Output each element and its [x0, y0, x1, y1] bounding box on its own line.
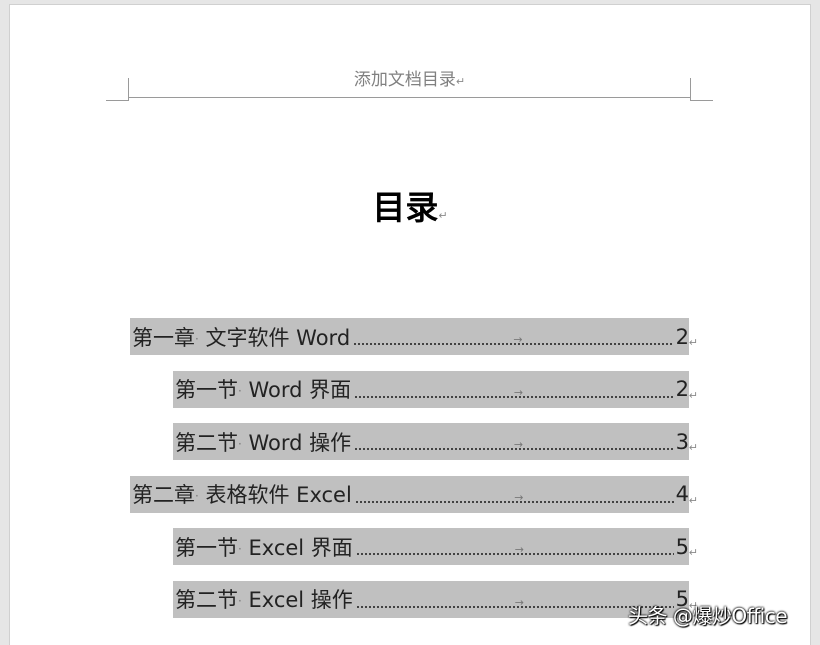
toc-entry-text: 文字软件 Word — [198, 325, 351, 350]
dot-leader: → — [354, 387, 674, 398]
tab-mark-icon: → — [514, 595, 524, 609]
toc-page-number: 2 — [675, 377, 689, 401]
paragraph-mark-icon: ↵ — [438, 209, 448, 222]
tab-mark-icon: → — [513, 385, 524, 399]
header-divider — [129, 97, 690, 98]
toc-entry-label: 第二节· Word 操作 — [173, 427, 351, 457]
header-crop-mark-right — [690, 78, 713, 101]
toc-page-number: 2 — [675, 324, 689, 349]
page-header[interactable]: 添加文档目录↵ — [129, 67, 690, 95]
toc-entry-text: Excel 操作 — [241, 588, 353, 612]
dot-leader: → — [354, 439, 674, 450]
dot-leader: → — [355, 597, 674, 608]
paragraph-mark-icon: ↵ — [688, 546, 698, 559]
toc-entry-text: 表格软件 Excel — [198, 483, 352, 507]
toc-entry[interactable]: 第二节· Word 操作 → 3 ↵ — [173, 423, 698, 460]
toc-entry[interactable]: 第一节· Word 界面 → 2 ↵ — [173, 370, 698, 408]
toc-entry-label: 第二节· Excel 操作 — [173, 584, 353, 614]
toc-page-number: 5 — [675, 534, 689, 559]
tab-mark-icon: → — [514, 490, 524, 504]
toc-entry-label: 第一节· Word 界面 — [173, 374, 351, 404]
toc-entry-text: Word 界面 — [241, 378, 352, 402]
tab-mark-icon: → — [513, 438, 524, 451]
toc-entry-prefix: 第一节 — [175, 378, 238, 402]
toc-entry[interactable]: 第二章· 表格软件 Excel → 4 ↵ — [130, 475, 698, 513]
dot-leader: → — [354, 492, 674, 503]
header-crop-mark-left — [106, 78, 129, 101]
document-page[interactable]: 添加文档目录↵ 目录↵ 第一章· 文字软件 Word → 2 ↵ 第一节· Word 界… — [10, 5, 810, 645]
toc-entry-label: 第一章· 文字软件 Word — [130, 322, 350, 352]
paragraph-mark-icon: ↵ — [688, 493, 698, 507]
toc-entry-label: 第二章· 表格软件 Excel — [130, 479, 352, 509]
dot-leader: → — [353, 334, 674, 345]
toc-entry-text: Excel 界面 — [241, 535, 353, 560]
toc-entry-prefix: 第二节 — [175, 430, 238, 455]
toc-page-number: 3 — [675, 429, 689, 454]
toc-entry[interactable]: 第二节· Excel 操作 → 5 ↵ — [173, 580, 698, 618]
toc-entry-prefix: 第一章 — [132, 325, 195, 350]
toc-entry-text: Word 操作 — [241, 430, 352, 455]
toc-entry-prefix: 第二章 — [132, 483, 195, 507]
paragraph-mark-icon: ↵ — [688, 336, 698, 349]
dot-leader: → — [355, 544, 674, 555]
toc-entry-prefix: 第一节 — [175, 535, 238, 560]
toc-entry[interactable]: 第一章· 文字软件 Word → 2 ↵ — [130, 318, 698, 355]
tab-mark-icon: → — [514, 543, 524, 556]
toc-page-number: 4 — [675, 482, 689, 506]
toc-title-text: 目录 — [372, 188, 439, 227]
tab-mark-icon: → — [513, 333, 523, 346]
header-text: 添加文档目录 — [353, 70, 456, 90]
toc-entry[interactable]: 第一节· Excel 界面 → 5 ↵ — [173, 528, 698, 565]
paragraph-mark-icon: ↵ — [688, 441, 698, 454]
toc-title[interactable]: 目录↵ — [10, 185, 810, 239]
paragraph-mark-icon: ↵ — [455, 75, 466, 88]
watermark: 头条 @爆炒Office — [628, 604, 788, 628]
paragraph-mark-icon: ↵ — [688, 388, 698, 402]
toc-entry-label: 第一节· Excel 界面 — [173, 532, 353, 562]
toc-entry-prefix: 第二节 — [175, 588, 238, 612]
